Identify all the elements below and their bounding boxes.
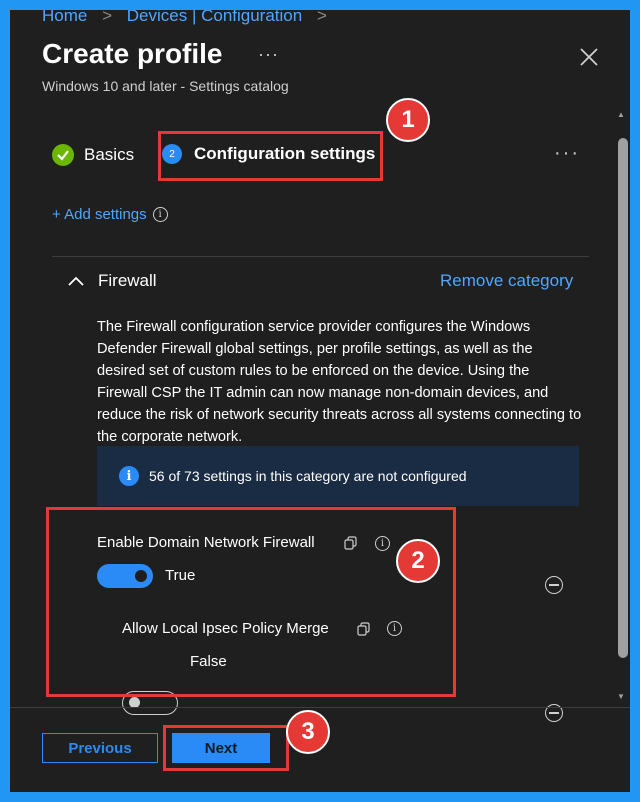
scrollbar-thumb[interactable] bbox=[618, 138, 628, 658]
category-description: The Firewall configuration service provi… bbox=[97, 319, 582, 445]
annotation-badge-3: 3 bbox=[286, 710, 330, 754]
info-banner: i 56 of 73 settings in this category are… bbox=[97, 446, 579, 506]
info-icon: i bbox=[119, 466, 139, 486]
add-settings-link[interactable]: + Add settings i bbox=[52, 206, 168, 223]
annotation-box-1 bbox=[158, 131, 383, 181]
annotation-box-3 bbox=[163, 725, 289, 771]
more-steps-icon[interactable]: ··· bbox=[554, 142, 580, 165]
page-subtitle: Windows 10 and later - Settings catalog bbox=[42, 78, 289, 94]
remove-setting-icon[interactable] bbox=[545, 576, 563, 594]
remove-category-link[interactable]: Remove category bbox=[440, 271, 573, 291]
page-title: Create profile bbox=[42, 38, 223, 69]
footer-divider bbox=[10, 707, 630, 708]
previous-button[interactable]: Previous bbox=[42, 733, 158, 763]
category-title: Firewall bbox=[98, 271, 157, 290]
chevron-up-icon[interactable] bbox=[68, 276, 84, 286]
scroll-up-icon[interactable]: ▲ bbox=[617, 110, 625, 119]
checkmark-icon bbox=[52, 144, 74, 166]
breadcrumb-home[interactable]: Home bbox=[42, 10, 87, 25]
close-icon[interactable] bbox=[578, 46, 600, 68]
info-banner-text: 56 of 73 settings in this category are n… bbox=[149, 468, 467, 484]
create-profile-panel: Home > Devices | Configuration > Create … bbox=[10, 10, 630, 792]
more-options-icon[interactable]: ··· bbox=[258, 44, 279, 65]
annotation-box-2 bbox=[46, 507, 456, 697]
step-basics[interactable]: Basics bbox=[52, 144, 134, 166]
chevron-right-icon: > bbox=[102, 10, 113, 25]
chevron-right-icon: > bbox=[316, 10, 327, 25]
annotation-badge-2: 2 bbox=[396, 539, 440, 583]
add-settings-label: + Add settings bbox=[52, 206, 147, 223]
breadcrumb-devices[interactable]: Devices | Configuration bbox=[127, 10, 302, 25]
step-basics-label: Basics bbox=[84, 145, 135, 164]
info-icon[interactable]: i bbox=[152, 207, 168, 222]
scroll-down-icon[interactable]: ▼ bbox=[617, 692, 625, 701]
divider bbox=[52, 256, 589, 257]
breadcrumb: Home > Devices | Configuration > bbox=[42, 10, 337, 26]
annotation-badge-1: 1 bbox=[386, 98, 430, 142]
